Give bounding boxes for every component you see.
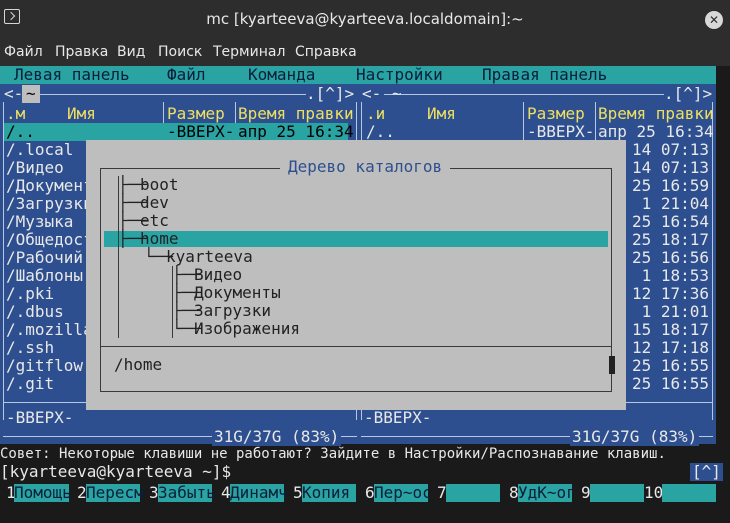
left-entry[interactable]: /.git	[6, 375, 54, 393]
right-status: -ВВЕРХ-	[364, 408, 432, 427]
right-entry-time: 25 16:56	[632, 248, 710, 267]
fkey-view-button[interactable]: Пересм	[86, 484, 144, 502]
mc-menu-command[interactable]: Команда	[248, 66, 315, 84]
left-entry[interactable]: /.local	[6, 141, 73, 159]
right-entry-time: 14 07:13	[632, 140, 710, 159]
dialog-title: Дерево каталогов	[280, 158, 451, 176]
tree-item[interactable]: Документы	[194, 284, 281, 302]
tree-current-path: /home	[114, 355, 163, 374]
left-col-time[interactable]: Время правки	[238, 105, 354, 123]
right-row-up-size: -ВВЕРХ-	[527, 122, 595, 141]
left-row-up-size: -ВВЕРХ-	[167, 122, 235, 141]
left-panel-history[interactable]: .[^]>	[306, 85, 354, 103]
menu-view[interactable]: Вид	[117, 44, 145, 60]
mc-menu-options[interactable]: Настройки	[356, 66, 443, 84]
tree-item[interactable]: kyarteeva	[166, 248, 253, 266]
directory-tree-dialog: Дерево каталогов ├── boot ├── dev ├── et…	[86, 140, 626, 410]
window-titlebar: mc [kyarteeva@kyarteeva.localdomain]:~ ✕	[0, 0, 730, 40]
tree-item[interactable]: boot	[140, 176, 179, 194]
left-entry[interactable]: /Видео	[6, 159, 64, 177]
window-title: mc [kyarteeva@kyarteeva.localdomain]:~	[206, 10, 524, 28]
left-entry[interactable]: /gitflow	[6, 357, 83, 375]
fkey-forget-button[interactable]: Забыть	[158, 484, 216, 502]
right-entry-time: 12 17:18	[632, 338, 710, 357]
hint-line: Совет: Некоторые клавиши не работают? За…	[0, 446, 666, 462]
left-status: -ВВЕРХ-	[6, 408, 74, 427]
right-entry-time: 25 18:17	[632, 230, 710, 249]
scrollbar-thumb[interactable]	[609, 356, 615, 374]
tree-item[interactable]: etc	[140, 212, 169, 230]
right-row-up-name[interactable]: /..	[366, 123, 395, 141]
tree-item[interactable]: Загрузки	[194, 302, 271, 320]
mc-menu-file[interactable]: Файл	[167, 66, 206, 84]
left-entry[interactable]: /.ssh	[6, 339, 54, 357]
fkey-copy-button[interactable]: Копия	[302, 484, 356, 502]
right-col-name[interactable]: Имя	[427, 105, 456, 123]
right-col-time[interactable]: Время правки	[598, 105, 714, 123]
fkey-move-button[interactable]: Пер~ос	[374, 484, 432, 502]
prompt-indicator[interactable]: [^]	[690, 463, 723, 481]
menu-help[interactable]: Справка	[295, 44, 357, 60]
right-panel-history[interactable]: .[^]>	[664, 85, 712, 103]
right-entry-time: 1 21:01	[632, 302, 710, 321]
left-entry[interactable]: /Загрузки	[6, 195, 93, 213]
fkey-10-button[interactable]	[662, 484, 716, 502]
left-col-sort[interactable]: .м	[6, 105, 25, 123]
left-entry[interactable]: /.dbus	[6, 303, 64, 321]
left-row-up-name: /..	[6, 122, 35, 141]
left-col-name[interactable]: Имя	[67, 105, 96, 123]
left-entry[interactable]: /Документ	[6, 177, 93, 195]
fkey-9-button[interactable]	[590, 484, 644, 502]
terminal-menubar: Файл Правка Вид Поиск Терминал Справка	[0, 40, 730, 66]
right-entry-time: 25 16:54	[632, 212, 710, 231]
tree-item[interactable]: Изображения	[194, 320, 300, 338]
function-key-bar: 1 Помощь 2 Пересм 3 Забыть 4 Динамч 5 Ко…	[0, 484, 716, 502]
right-col-size[interactable]: Размер	[527, 105, 585, 123]
left-entry[interactable]: /.mozilla	[6, 321, 93, 339]
right-row-up-time: апр 25 16:34	[598, 122, 714, 141]
left-entry[interactable]: /.pki	[6, 285, 54, 303]
right-entry-time: 15 18:17	[632, 320, 710, 339]
tree-item-selected[interactable]: home	[140, 230, 179, 248]
mc-menu-left-panel[interactable]: Левая панель	[14, 66, 130, 84]
fkey-7-button[interactable]	[446, 484, 500, 502]
mc-menu-right-panel[interactable]: Правая панель	[482, 66, 607, 84]
menu-file[interactable]: Файл	[4, 44, 43, 60]
right-entry-time: 25 16:59	[632, 176, 710, 195]
menu-terminal[interactable]: Терминал	[213, 44, 285, 60]
close-icon[interactable]: ✕	[705, 11, 723, 29]
tree-item[interactable]: dev	[140, 194, 169, 212]
tree-separator	[100, 346, 612, 347]
right-entry-time: 12 17:36	[632, 284, 710, 303]
fkey-help-button[interactable]: Помощь	[14, 484, 72, 502]
left-entry[interactable]: /Рабочий	[6, 249, 83, 267]
right-entry-time: 25 16:55	[632, 374, 710, 393]
right-entry-time: 14 07:13	[632, 158, 710, 177]
shell-prompt[interactable]: [kyarteeva@kyarteeva ~]$	[0, 463, 231, 481]
left-panel-path: ~	[22, 85, 40, 103]
right-panel-prev[interactable]: <-	[362, 85, 381, 103]
menu-search[interactable]: Поиск	[158, 44, 202, 60]
right-entry-time: 25 16:55	[632, 356, 710, 375]
tree-selected-highlight	[104, 231, 608, 247]
tree-item[interactable]: Видео	[194, 266, 242, 284]
fkey-number: 10	[644, 483, 664, 502]
right-col-sort[interactable]: .и	[366, 105, 385, 123]
fkey-dynamic-button[interactable]: Динамч	[230, 484, 288, 502]
mc-menubar: Левая панель Файл Команда Настройки Прав…	[0, 66, 716, 84]
menu-edit[interactable]: Правка	[55, 44, 108, 60]
left-entry[interactable]: /Шаблоны	[6, 267, 83, 285]
left-entry[interactable]: /Общедост	[6, 231, 93, 249]
left-col-size[interactable]: Размер	[167, 105, 225, 123]
right-entry-time: 1 21:04	[632, 194, 710, 213]
left-panel-prev[interactable]: <-	[4, 85, 23, 103]
left-disk-usage: 31G/37G (83%)	[212, 427, 342, 446]
right-entry-time: 1 18:53	[632, 266, 710, 285]
left-row-up-time: апр 25 16:34	[238, 122, 354, 141]
right-disk-usage: 31G/37G (83%)	[570, 427, 700, 446]
fkey-delete-button[interactable]: УдК~ог	[518, 484, 576, 502]
left-entry[interactable]: /Музыка	[6, 213, 73, 231]
right-panel-path: ~	[392, 84, 402, 103]
